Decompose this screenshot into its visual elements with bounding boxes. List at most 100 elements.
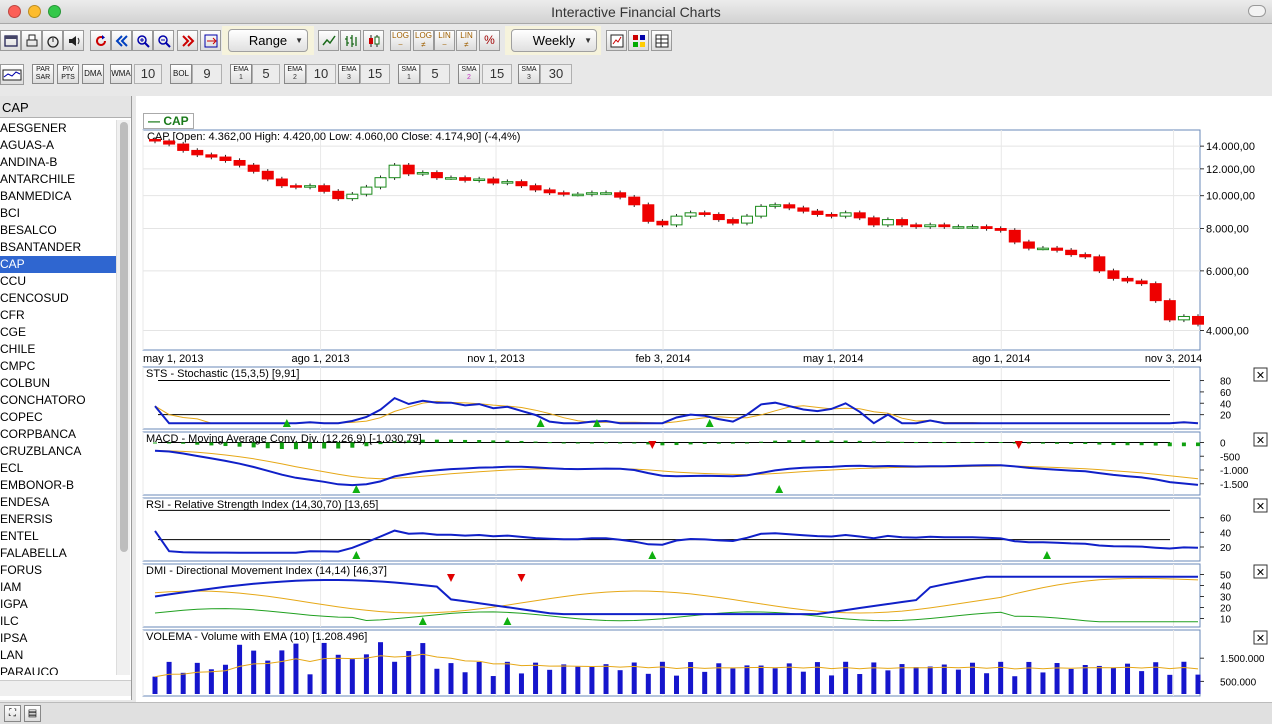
piv-pts-button[interactable]: PIV PTS [57,64,79,84]
ticker-item[interactable]: IAM [0,579,116,596]
ticker-item[interactable]: CENCOSUD [0,290,116,307]
fullscreen-icon[interactable]: ⛶ [4,705,21,722]
chart-settings-icon[interactable] [606,30,627,51]
sma2-period-field[interactable]: 15 [482,64,512,84]
ema2-button[interactable]: EMA 2 [284,64,306,84]
percent-scale-button[interactable]: % [479,30,500,51]
sma3-button[interactable]: SMA 3 [518,64,540,84]
ticker-item[interactable]: FORUS [0,562,116,579]
candle-body [1051,247,1064,251]
color-palette-icon[interactable] [628,30,649,51]
sma3-period-field[interactable]: 30 [540,64,572,84]
data-table-icon[interactable] [651,30,672,51]
ticker-item[interactable]: ENDESA [0,494,116,511]
candle-body [529,185,542,191]
close-icon[interactable]: ✕ [1256,435,1265,447]
ticker-item[interactable]: BCI [0,205,116,222]
candlestick-icon[interactable] [363,30,384,51]
scroll-right-icon[interactable] [177,30,198,51]
log-scale-button[interactable]: LOG ⎯ [390,30,411,51]
ticker-item[interactable]: AGUAS-A [0,137,116,154]
ticker-item[interactable]: ENERSIS [0,511,116,528]
ticker-item[interactable]: CHILE [0,341,116,358]
wma-period-field[interactable]: 10 [134,64,162,84]
period-dropdown[interactable]: Weekly ▼ [511,29,597,52]
refresh-icon[interactable] [90,30,111,51]
ticker-item[interactable]: AESGENER [0,120,116,137]
ticker-item[interactable]: BESALCO [0,222,116,239]
lin-scale-alt-button[interactable]: LIN ≠ [456,30,477,51]
candle-body [994,227,1007,231]
ticker-item[interactable]: CGE [0,324,116,341]
ticker-item[interactable]: CFR [0,307,116,324]
ticker-item[interactable]: BANMEDICA [0,188,116,205]
macd-histogram-bar [984,441,989,443]
horizontal-scrollbar[interactable] [0,680,131,696]
line-chart-icon[interactable] [318,30,339,51]
sma1-period-field[interactable]: 5 [420,64,450,84]
lin-scale-button[interactable]: LIN ⎯ [434,30,455,51]
scroll-left-icon[interactable] [111,30,132,51]
ema2-period-field[interactable]: 10 [306,64,336,84]
volume-bar [1195,674,1201,694]
ticker-item[interactable]: COLBUN [0,375,116,392]
bar-chart-icon[interactable] [340,30,361,51]
ticker-item[interactable]: CORPBANCA [0,426,116,443]
ticker-item[interactable]: LAN [0,647,116,664]
volume-bar [476,661,482,694]
ticker-item[interactable]: CONCHATORO [0,392,116,409]
ticker-item[interactable]: IGPA [0,596,116,613]
ticker-item[interactable]: IPSA [0,630,116,647]
ticker-item[interactable]: ANDINA-B [0,154,116,171]
sma1-button[interactable]: SMA 1 [398,64,420,84]
par-sar-button[interactable]: PAR SAR [32,64,54,84]
ticker-item[interactable]: CMPC [0,358,116,375]
timer-icon[interactable] [42,30,63,51]
indicator-chart-icon[interactable] [0,64,24,85]
ema1-button[interactable]: EMA 1 [230,64,252,84]
ticker-item[interactable]: CCU [0,273,116,290]
wma-button[interactable]: WMA [110,64,132,84]
scrollbar-thumb[interactable] [120,122,128,552]
ema3-period-field[interactable]: 15 [360,64,390,84]
candle-body [1163,300,1176,321]
ema1-period-field[interactable]: 5 [252,64,280,84]
close-icon[interactable]: ✕ [1256,633,1265,645]
export-icon[interactable]: ▤ [24,705,41,722]
ticker-item[interactable]: COPEC [0,409,116,426]
ticker-item[interactable]: CRUZBLANCA [0,443,116,460]
dma-button[interactable]: DMA [82,64,104,84]
ticker-item[interactable]: ANTARCHILE [0,171,116,188]
sound-icon[interactable] [63,30,84,51]
log-scale-alt-button[interactable]: LOG ≠ [413,30,434,51]
toolbar-toggle-button[interactable] [1248,5,1266,17]
bol-button[interactable]: BOL [170,64,192,84]
ticker-item[interactable]: PARAUCO [0,664,116,675]
fit-chart-icon[interactable] [200,30,221,51]
ticker-item[interactable]: ENTEL [0,528,116,545]
ticker-item[interactable]: FALABELLA [0,545,116,562]
rsi-close-button: ✕ [1253,498,1268,513]
range-dropdown[interactable]: Range ▼ [228,29,308,52]
ticker-item[interactable]: CAP [0,256,116,273]
chart-canvas[interactable]: 14.000,00 12.000,00 10.000,00 8.000,00 6.000… [136,96,1272,702]
sma2-button[interactable]: SMA 2 [458,64,480,84]
volume-bar [941,664,947,694]
close-icon[interactable]: ✕ [1256,567,1265,579]
ticker-list-scrollbar[interactable] [116,120,130,675]
new-window-icon[interactable] [0,30,21,51]
ema3-button[interactable]: EMA 3 [338,64,360,84]
bol-period-field[interactable]: 9 [192,64,222,84]
zoom-in-icon[interactable] [132,30,153,51]
ticker-item[interactable]: ECL [0,460,116,477]
close-icon[interactable]: ✕ [1256,501,1265,513]
ticker-item[interactable]: ILC [0,613,116,630]
ticker-item[interactable]: EMBONOR-B [0,477,116,494]
candle-body [740,215,753,224]
candle-body [726,219,739,224]
close-icon[interactable]: ✕ [1256,370,1265,382]
ticker-item[interactable]: BSANTANDER [0,239,116,256]
print-icon[interactable] [21,30,42,51]
candle-body [600,192,613,195]
zoom-out-icon[interactable] [153,30,174,51]
